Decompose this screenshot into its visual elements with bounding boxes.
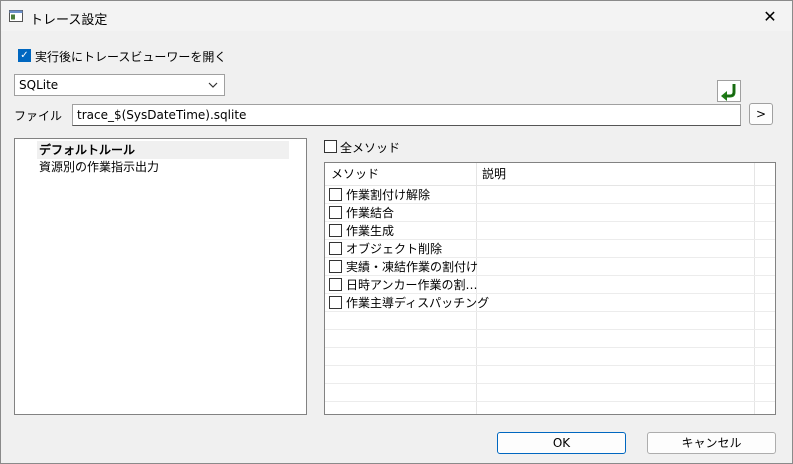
open-viewer-label: 実行後にトレースビューワーを開く: [35, 50, 227, 64]
method-row[interactable]: 日時アンカー作業の割…: [329, 276, 478, 294]
method-checkbox[interactable]: [329, 206, 342, 219]
row-divider: [325, 365, 775, 366]
redo-arrow-icon: [721, 84, 736, 101]
file-label: ファイル: [14, 109, 63, 123]
format-select[interactable]: SQLite: [14, 74, 225, 96]
method-name: 日時アンカー作業の割…: [346, 278, 478, 292]
method-name: 作業割付け解除: [346, 188, 431, 202]
tree-item-default-rule[interactable]: デフォルトルール: [37, 141, 289, 159]
method-row[interactable]: 作業生成: [329, 222, 394, 240]
methods-grid: メソッド 説明 作業割付け解除 作業結合 作業生成 オブジェクト削除 実績・凍結…: [324, 162, 776, 415]
window-title: トレース設定: [30, 13, 108, 28]
method-checkbox[interactable]: [329, 260, 342, 273]
file-path-input[interactable]: [72, 104, 741, 126]
method-checkbox[interactable]: [329, 224, 342, 237]
close-icon: ✕: [763, 6, 777, 26]
redo-button[interactable]: [717, 80, 741, 102]
all-methods-label: 全メソッド: [340, 141, 401, 155]
column-header-method[interactable]: メソッド: [331, 163, 379, 185]
method-checkbox[interactable]: [329, 278, 342, 291]
row-divider: [325, 347, 775, 348]
method-checkbox[interactable]: [329, 242, 342, 255]
browse-button[interactable]: >: [749, 103, 773, 125]
method-checkbox[interactable]: [329, 296, 342, 309]
ok-button[interactable]: OK: [497, 432, 626, 454]
method-name: 作業主導ディスパッチング: [346, 296, 490, 310]
method-row[interactable]: 作業割付け解除: [329, 186, 430, 204]
row-divider: [325, 383, 775, 384]
chevron-down-icon: [208, 82, 218, 88]
method-name: オブジェクト削除: [346, 242, 443, 256]
method-name: 実績・凍結作業の割付け: [346, 260, 479, 274]
row-divider: [325, 401, 775, 402]
method-row[interactable]: 作業結合: [329, 204, 394, 222]
rule-tree[interactable]: デフォルトルール 資源別の作業指示出力: [14, 138, 307, 415]
all-methods-checkbox[interactable]: [324, 140, 337, 153]
app-icon: [9, 10, 23, 22]
grid-header: [325, 163, 775, 186]
title-bar: トレース設定 ✕: [1, 1, 792, 31]
column-divider: [754, 163, 755, 414]
format-select-value: SQLite: [19, 78, 59, 92]
trace-settings-dialog: トレース設定 ✕ ✓ 実行後にトレースビューワーを開く SQLite ファイル …: [0, 0, 793, 464]
method-row[interactable]: オブジェクト削除: [329, 240, 442, 258]
row-divider: [325, 329, 775, 330]
open-viewer-checkbox[interactable]: ✓: [18, 49, 31, 62]
method-name: 作業結合: [346, 206, 395, 220]
tree-item-resource-output[interactable]: 資源別の作業指示出力: [37, 158, 159, 176]
method-row[interactable]: 作業主導ディスパッチング: [329, 294, 489, 312]
cancel-button[interactable]: キャンセル: [647, 432, 776, 454]
close-button[interactable]: ✕: [748, 1, 792, 31]
method-name: 作業生成: [346, 224, 395, 238]
method-checkbox[interactable]: [329, 188, 342, 201]
method-row[interactable]: 実績・凍結作業の割付け: [329, 258, 478, 276]
column-header-description[interactable]: 説明: [482, 163, 506, 185]
